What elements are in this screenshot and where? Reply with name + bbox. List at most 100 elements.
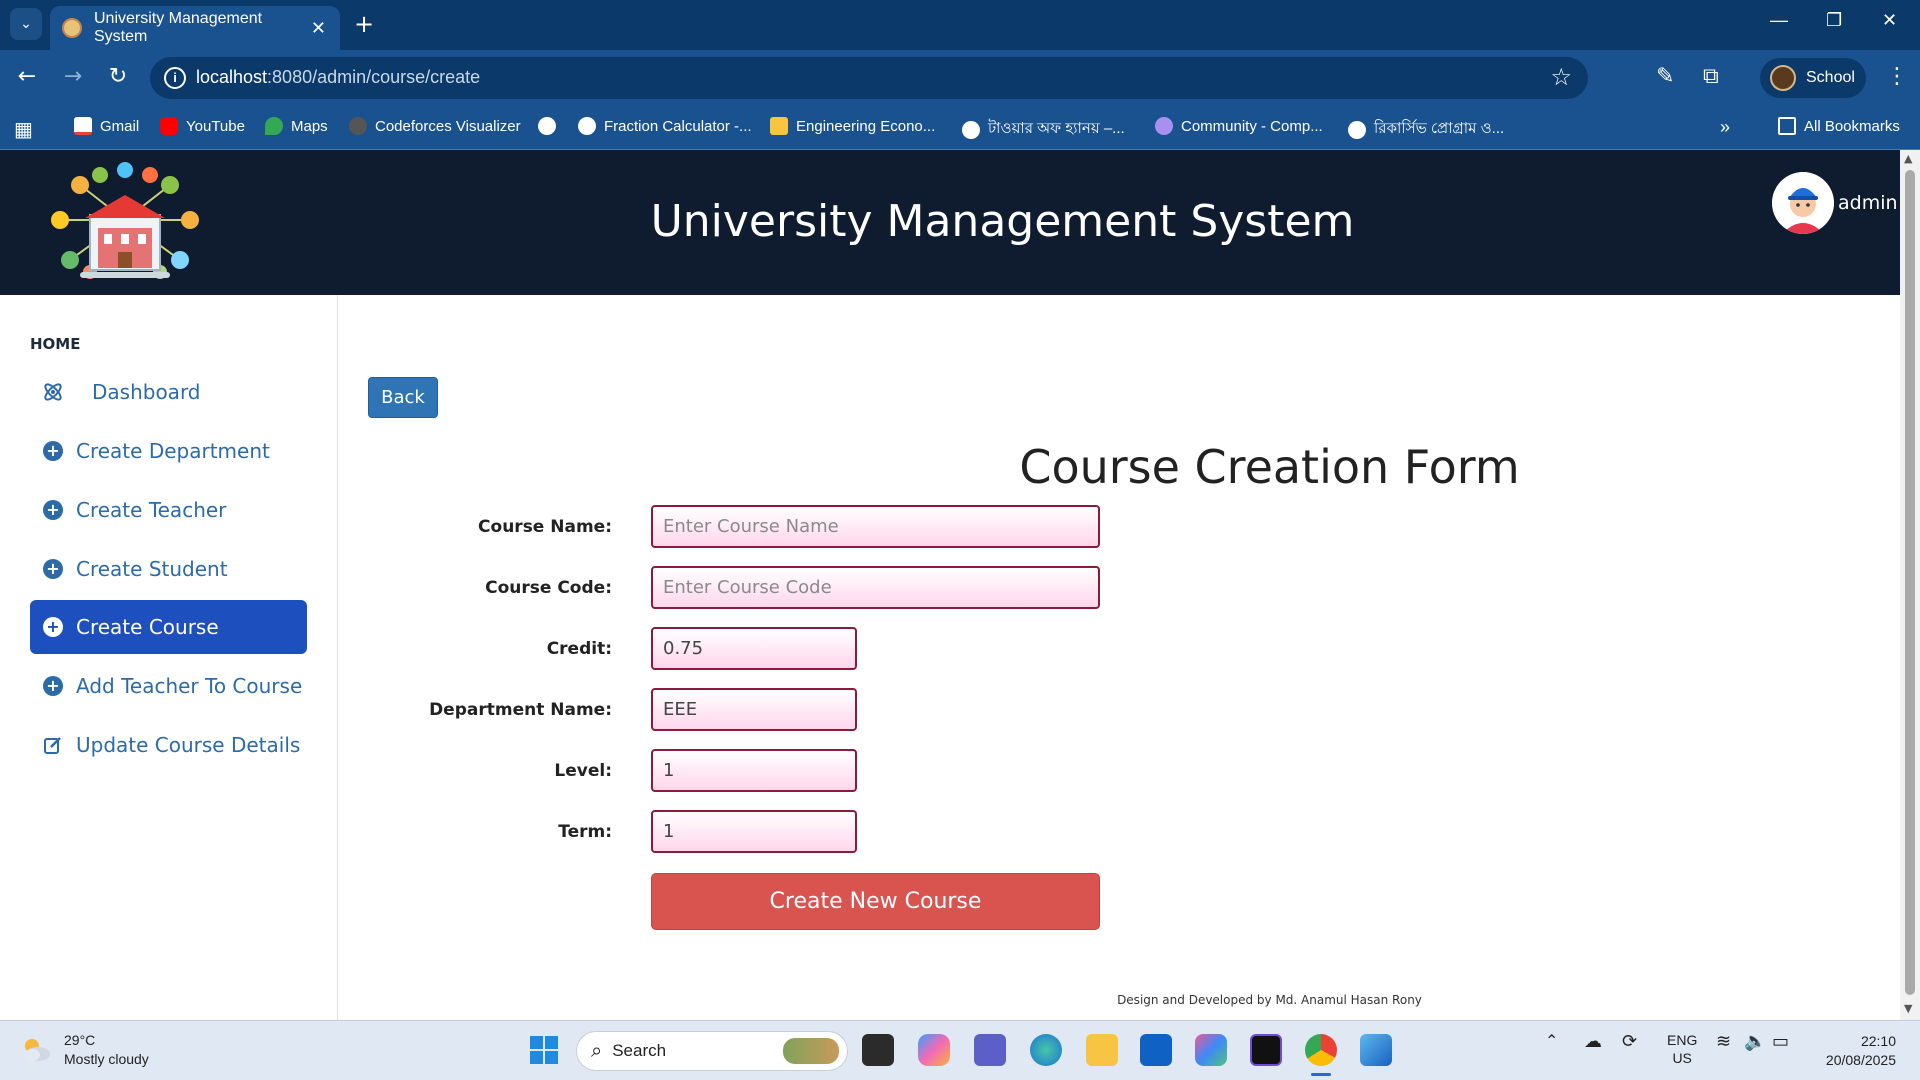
bookmark-engineering-economics[interactable]: Engineering Econo... — [770, 117, 935, 135]
new-tab-button[interactable]: + — [354, 10, 374, 38]
restore-icon[interactable]: ❐ — [1826, 10, 1842, 31]
bookmark-star-icon[interactable]: ☆ — [1550, 63, 1572, 91]
bookmark-maps[interactable]: Maps — [265, 117, 328, 135]
chevron-up-icon[interactable]: ⌃ — [1545, 1031, 1558, 1051]
app-header: University Management System admin — [0, 150, 1900, 295]
sidebar: HOME Dashboard + Create Department + Cre… — [0, 295, 338, 1020]
bookmark-community[interactable]: Community - Comp... — [1155, 117, 1323, 135]
file-explorer-icon[interactable] — [1086, 1034, 1118, 1066]
back-arrow-icon[interactable]: ← — [12, 64, 42, 89]
youtube-icon — [160, 117, 178, 135]
edge-icon[interactable] — [1030, 1034, 1062, 1066]
minimize-icon[interactable]: — — [1770, 10, 1788, 31]
sidebar-item-dashboard[interactable]: Dashboard — [30, 365, 307, 419]
browser-toolbar: ← → ↻ i localhost:8080/admin/course/crea… — [0, 50, 1920, 108]
search-highlight-icon — [783, 1038, 839, 1064]
microsoft365-icon[interactable] — [1195, 1034, 1227, 1066]
globe-icon — [578, 117, 596, 135]
course-code-input[interactable] — [651, 566, 1100, 609]
sidebar-item-label: Create Department — [76, 439, 270, 463]
profile-button[interactable]: School — [1760, 58, 1866, 98]
address-bar[interactable]: i localhost:8080/admin/course/create ☆ — [150, 57, 1588, 99]
create-course-button[interactable]: Create New Course — [651, 873, 1100, 930]
maps-icon — [265, 117, 283, 135]
bookmark-youtube[interactable]: YouTube — [160, 117, 245, 135]
paint-icon[interactable] — [1360, 1034, 1392, 1066]
globe-icon — [538, 117, 556, 135]
cloud-sun-icon — [20, 1036, 52, 1064]
battery-icon[interactable]: ▭ — [1772, 1031, 1789, 1052]
bookmark-tower-of-hanoi[interactable]: টাওয়ার অফ হ্যানয় –... — [962, 117, 1125, 142]
tab-search-button[interactable]: ⌄ — [10, 8, 42, 40]
close-tab-icon[interactable]: ✕ — [311, 18, 326, 39]
copilot-icon[interactable] — [918, 1034, 950, 1066]
system-clock[interactable]: 22:10 20/08/2025 — [1812, 1032, 1896, 1070]
wifi-icon[interactable]: ≋ — [1716, 1031, 1731, 1052]
sidebar-item-create-course[interactable]: + Create Course — [30, 600, 307, 654]
sidebar-item-create-department[interactable]: + Create Department — [30, 424, 307, 478]
bookmark-globe[interactable] — [538, 117, 564, 135]
department-name-input[interactable] — [651, 688, 857, 731]
browser-tab[interactable]: University Management System ✕ — [50, 6, 340, 50]
plus-circle-icon: + — [42, 616, 64, 638]
site-info-icon[interactable]: i — [164, 67, 186, 89]
bookmark-recursive-program[interactable]: রিকার্সিভ প্রোগ্রাম ও... — [1348, 117, 1504, 142]
page-scrollbar[interactable]: ▲ ▼ — [1900, 150, 1920, 1020]
course-code-label: Course Code: — [485, 578, 612, 598]
apps-grid-icon[interactable]: ▦ — [14, 117, 33, 142]
course-name-input[interactable] — [651, 505, 1100, 548]
onedrive-icon[interactable]: ☁ — [1584, 1031, 1602, 1052]
bookmark-gmail[interactable]: Gmail — [74, 117, 139, 135]
forward-arrow-icon[interactable]: → — [58, 64, 88, 89]
bookmark-fraction-calculator[interactable]: Fraction Calculator -... — [578, 117, 752, 135]
sidebar-item-update-course-details[interactable]: Update Course Details — [30, 718, 307, 772]
course-name-label: Course Name: — [478, 517, 612, 537]
teams-icon[interactable] — [974, 1034, 1006, 1066]
plus-circle-icon: + — [42, 499, 64, 521]
department-name-label: Department Name: — [429, 700, 612, 720]
language-indicator[interactable]: ENG US — [1667, 1031, 1697, 1067]
sidebar-item-create-student[interactable]: + Create Student — [30, 542, 307, 596]
volume-icon[interactable]: 🔈 — [1744, 1031, 1766, 1052]
task-view-icon[interactable] — [862, 1034, 894, 1066]
app-title: University Management System — [650, 196, 1355, 247]
weather-widget[interactable]: 29°C Mostly cloudy — [20, 1031, 149, 1069]
profile-avatar — [1770, 65, 1796, 91]
more-bookmarks-icon[interactable]: » — [1720, 117, 1730, 138]
sidebar-item-label: Create Student — [76, 557, 228, 581]
taskbar-search[interactable]: ⌕ Search — [576, 1031, 848, 1071]
sidebar-item-add-teacher-to-course[interactable]: + Add Teacher To Course — [30, 659, 307, 713]
profile-name: School — [1806, 69, 1855, 86]
user-avatar[interactable] — [1772, 172, 1834, 234]
sidebar-item-create-teacher[interactable]: + Create Teacher — [30, 483, 307, 537]
wordpress-icon — [962, 120, 980, 139]
browser-menu-icon[interactable]: ⋮ — [1886, 64, 1908, 89]
credit-input[interactable] — [651, 627, 857, 670]
eyedropper-icon[interactable]: ✎ — [1656, 64, 1674, 89]
term-input[interactable] — [651, 810, 857, 853]
plus-circle-icon: + — [42, 440, 64, 462]
scroll-thumb[interactable] — [1905, 170, 1915, 995]
edit-icon — [42, 734, 64, 756]
all-bookmarks-button[interactable]: All Bookmarks — [1778, 117, 1900, 135]
plus-circle-icon: + — [42, 675, 64, 697]
outlook-icon[interactable] — [1140, 1034, 1172, 1066]
window-close-icon[interactable]: ✕ — [1882, 10, 1897, 31]
active-app-indicator — [1311, 1073, 1331, 1076]
url-text: localhost:8080/admin/course/create — [196, 67, 481, 87]
back-button[interactable]: Back — [368, 377, 438, 418]
level-input[interactable] — [651, 749, 857, 792]
reload-icon[interactable]: ↻ — [103, 64, 133, 89]
bookmark-codeforces[interactable]: Codeforces Visualizer — [349, 117, 521, 135]
credit-label: Credit: — [546, 639, 612, 659]
extensions-icon[interactable]: ⧉ — [1703, 64, 1719, 89]
sync-icon[interactable]: ⟳ — [1622, 1031, 1637, 1052]
scroll-up-icon[interactable]: ▲ — [1904, 152, 1912, 165]
windows-start-icon[interactable] — [528, 1034, 560, 1066]
scroll-down-icon[interactable]: ▼ — [1904, 1002, 1912, 1015]
sidebar-heading: HOME — [30, 335, 81, 353]
chrome-icon[interactable] — [1305, 1034, 1337, 1066]
clock-date: 20/08/2025 — [1825, 1052, 1896, 1068]
intellij-icon[interactable] — [1250, 1034, 1282, 1066]
user-name[interactable]: admin — [1838, 192, 1898, 214]
